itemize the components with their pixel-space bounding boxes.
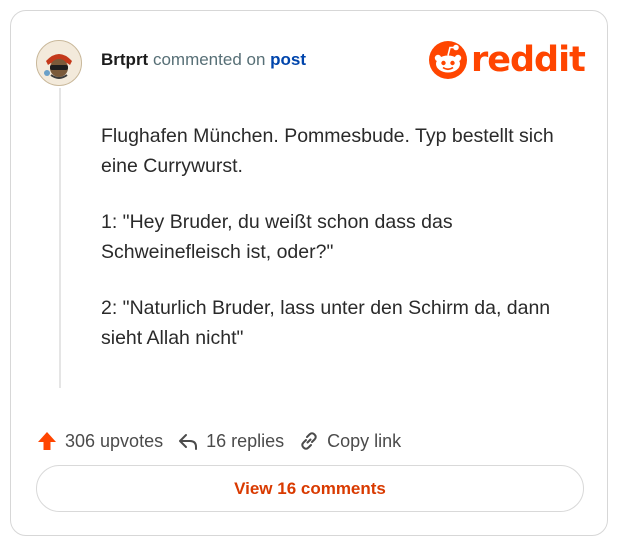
copy-link-label: Copy link xyxy=(327,430,402,451)
avatar[interactable] xyxy=(36,40,82,86)
reddit-alien-icon xyxy=(429,41,467,79)
replies-button[interactable]: 16 replies xyxy=(177,430,284,452)
comment-header: Brtprt commented on post xyxy=(101,49,306,71)
upvote-arrow-icon xyxy=(38,432,56,450)
action-bar: 306 upvotes 16 replies Copy link xyxy=(36,426,415,456)
author-name[interactable]: Brtprt xyxy=(101,50,148,69)
link-icon xyxy=(301,432,317,450)
reddit-wordmark: reddit xyxy=(471,40,586,80)
upvote-button[interactable]: 306 upvotes xyxy=(36,430,163,452)
view-comments-button[interactable]: View 16 comments xyxy=(36,465,584,512)
reddit-logo[interactable]: reddit xyxy=(428,40,586,80)
post-link[interactable]: post xyxy=(270,50,306,69)
comment-paragraph: 1: "Hey Bruder, du weißt schon dass das … xyxy=(101,211,453,263)
copy-link-button[interactable]: Copy link xyxy=(298,430,401,452)
commented-on-text: commented on xyxy=(152,50,266,69)
comment-paragraph: Flughafen München. Pommesbude. Typ beste… xyxy=(101,125,554,177)
reply-arrow-icon xyxy=(179,434,198,450)
thread-line xyxy=(59,88,61,388)
replies-count: 16 replies xyxy=(206,430,285,451)
upvote-count: 306 upvotes xyxy=(65,430,164,451)
comment-body: Flughafen München. Pommesbude. Typ beste… xyxy=(101,121,571,379)
comment-paragraph: 2: "Naturlich Bruder, lass unter den Sch… xyxy=(101,297,551,349)
